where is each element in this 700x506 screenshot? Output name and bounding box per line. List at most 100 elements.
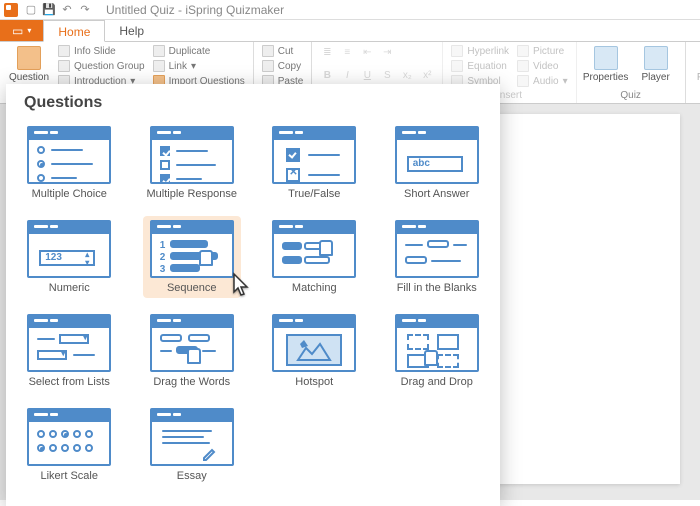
question-type-essay[interactable]: Essay <box>143 404 242 486</box>
player-button[interactable]: Player <box>633 44 679 83</box>
player-icon <box>644 46 668 70</box>
subscript-icon[interactable]: x₂ <box>398 67 416 83</box>
ribbon-group-publish: Preview Publish Publish <box>686 42 700 103</box>
numbering-icon[interactable]: ≡ <box>338 44 356 60</box>
properties-icon <box>594 46 618 70</box>
question-icon <box>17 46 41 70</box>
window-title: Untitled Quiz - iSpring Quizmaker <box>106 3 284 17</box>
question-card-icon: 123▴▾ <box>27 220 111 278</box>
bullets-icon[interactable]: ≣ <box>318 44 336 60</box>
video-button[interactable]: Video <box>515 59 570 73</box>
caret-down-icon: ▾ <box>27 26 31 35</box>
question-type-drag-the-words[interactable]: Drag the Words <box>143 310 242 392</box>
question-type-label: Hotspot <box>295 376 333 388</box>
question-type-select-from-lists[interactable]: ▾ ▾ Select from Lists <box>20 310 119 392</box>
question-button[interactable]: Question <box>6 44 52 83</box>
link-icon <box>153 60 165 72</box>
file-tab[interactable]: ▭ ▾ <box>0 20 43 41</box>
group-label-quiz: Quiz <box>583 90 679 103</box>
video-icon <box>517 60 529 72</box>
superscript-icon[interactable]: x² <box>418 67 436 83</box>
question-group-icon <box>58 60 70 72</box>
question-type-label: Numeric <box>49 282 90 294</box>
audio-button[interactable]: Audio ▾ <box>515 74 570 88</box>
equation-button[interactable]: Equation <box>449 59 511 73</box>
info-slide-icon <box>58 45 70 57</box>
question-card-icon <box>272 220 356 278</box>
underline-icon[interactable]: U <box>358 67 376 83</box>
indent-icon[interactable]: ⇥ <box>378 44 396 60</box>
duplicate-icon <box>153 45 165 57</box>
link-button[interactable]: Link ▾ <box>151 59 247 73</box>
question-type-likert-scale[interactable]: Likert Scale <box>20 404 119 486</box>
copy-icon <box>262 60 274 72</box>
bold-icon[interactable]: B <box>318 67 336 83</box>
italic-icon[interactable]: I <box>338 67 356 83</box>
equation-icon <box>451 60 463 72</box>
question-type-numeric[interactable]: 123▴▾ Numeric <box>20 216 119 298</box>
question-card-icon <box>150 126 234 184</box>
question-type-label: Multiple Response <box>147 188 238 200</box>
preview-button[interactable]: Preview <box>692 44 700 83</box>
properties-button[interactable]: Properties <box>583 44 629 83</box>
tab-help[interactable]: Help <box>105 20 158 41</box>
question-card-icon: ▾ ▾ <box>27 314 111 372</box>
question-card-icon <box>395 314 479 372</box>
cut-button[interactable]: Cut <box>260 44 306 58</box>
file-menu-icon: ▭ <box>12 24 23 38</box>
duplicate-button[interactable]: Duplicate <box>151 44 247 58</box>
tab-home[interactable]: Home <box>43 20 105 42</box>
question-type-sequence[interactable]: 1 2 3 Sequence <box>143 216 242 298</box>
question-type-fill-in-the-blanks[interactable]: Fill in the Blanks <box>388 216 487 298</box>
question-type-label: Drag the Words <box>153 376 230 388</box>
question-card-icon <box>27 126 111 184</box>
question-card-icon <box>27 408 111 466</box>
app-icon <box>4 3 18 17</box>
copy-button[interactable]: Copy <box>260 59 306 73</box>
question-type-short-answer[interactable]: abc Short Answer <box>388 122 487 204</box>
question-type-multiple-response[interactable]: Multiple Response <box>143 122 242 204</box>
redo-icon[interactable]: ↷ <box>78 3 92 17</box>
question-card-icon: ✕ <box>272 126 356 184</box>
picture-button[interactable]: Picture <box>515 44 570 58</box>
hyperlink-icon <box>451 45 463 57</box>
question-type-label: Multiple Choice <box>32 188 107 200</box>
questions-flyout: Questions Multiple Choice Multiple Respo… <box>6 84 500 506</box>
question-type-hotspot[interactable]: Hotspot <box>265 310 364 392</box>
question-type-label: Sequence <box>167 282 217 294</box>
question-card-icon: abc <box>395 126 479 184</box>
strike-icon[interactable]: S <box>378 67 396 83</box>
question-type-label: Matching <box>292 282 337 294</box>
question-type-label: True/False <box>288 188 340 200</box>
quick-access-toolbar: ▢ 💾 ↶ ↷ <box>24 3 92 17</box>
question-card-icon <box>150 314 234 372</box>
question-type-drag-and-drop[interactable]: Drag and Drop <box>388 310 487 392</box>
question-card-icon <box>150 408 234 466</box>
title-bar: ▢ 💾 ↶ ↷ Untitled Quiz - iSpring Quizmake… <box>0 0 700 20</box>
question-type-label: Drag and Drop <box>401 376 473 388</box>
undo-icon[interactable]: ↶ <box>60 3 74 17</box>
group-label-publish: Publish <box>692 90 700 103</box>
question-type-label: Fill in the Blanks <box>397 282 477 294</box>
question-type-label: Select from Lists <box>29 376 110 388</box>
picture-icon <box>517 45 529 57</box>
question-type-label: Essay <box>177 470 207 482</box>
question-type-matching[interactable]: Matching <box>265 216 364 298</box>
question-type-true-false[interactable]: ✕ True/False <box>265 122 364 204</box>
question-type-label: Short Answer <box>404 188 469 200</box>
question-type-multiple-choice[interactable]: Multiple Choice <box>20 122 119 204</box>
question-card-icon <box>395 220 479 278</box>
flyout-title: Questions <box>24 94 486 112</box>
ribbon-group-quiz: Properties Player Quiz <box>577 42 686 103</box>
question-group-button[interactable]: Question Group <box>56 59 147 73</box>
new-icon[interactable]: ▢ <box>24 3 38 17</box>
hyperlink-button[interactable]: Hyperlink <box>449 44 511 58</box>
question-card-icon <box>272 314 356 372</box>
save-icon[interactable]: 💾 <box>42 3 56 17</box>
question-type-label: Likert Scale <box>41 470 98 482</box>
ribbon-tab-strip: ▭ ▾ Home Help <box>0 20 700 42</box>
outdent-icon[interactable]: ⇤ <box>358 44 376 60</box>
cut-icon <box>262 45 274 57</box>
info-slide-button[interactable]: Info Slide <box>56 44 147 58</box>
audio-icon <box>517 75 529 87</box>
